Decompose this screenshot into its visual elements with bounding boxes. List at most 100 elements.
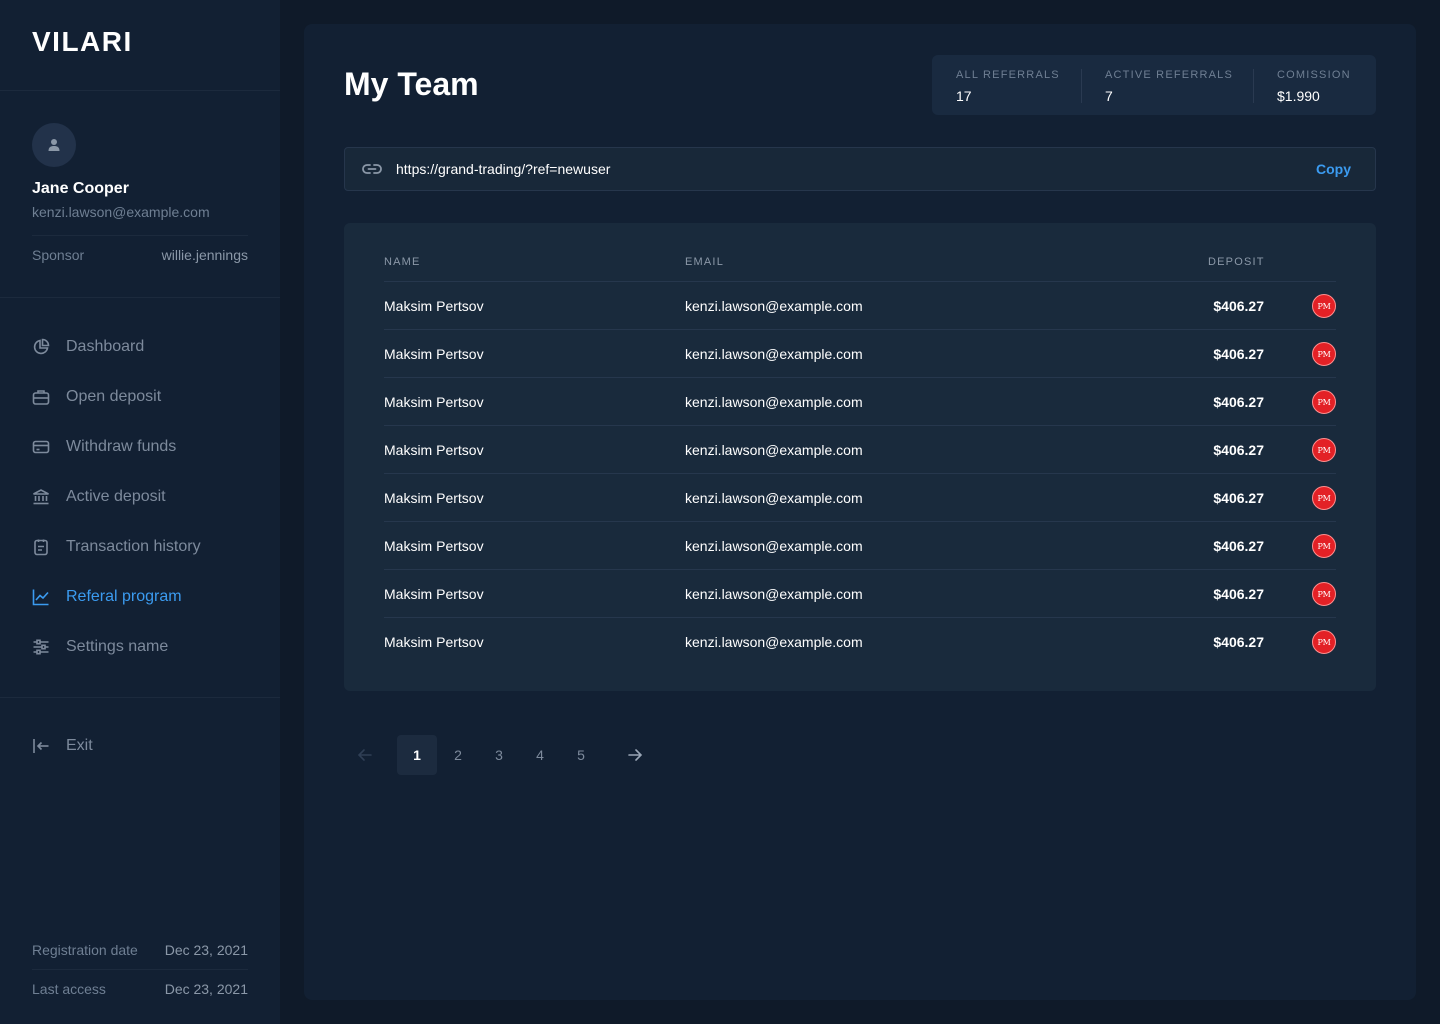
row-deposit: $406.27: [1213, 346, 1264, 362]
row-email: kenzi.lawson@example.com: [685, 442, 863, 458]
logout-icon: [32, 737, 50, 755]
page-3-button[interactable]: 3: [479, 735, 519, 775]
nav-label: Open deposit: [66, 388, 162, 405]
page-1-button[interactable]: 1: [397, 735, 437, 775]
table-row[interactable]: Maksim Pertsov kenzi.lawson@example.com …: [384, 521, 1336, 569]
last-access-label: Last access: [32, 981, 106, 997]
app-logo[interactable]: VILARI: [32, 26, 133, 58]
referral-url[interactable]: https://grand-trading/?ref=newuser: [396, 161, 610, 177]
registration-date-label: Registration date: [32, 942, 138, 958]
perfect-money-icon: PM: [1312, 342, 1336, 366]
sidebar-divider: [0, 90, 280, 91]
row-deposit: $406.27: [1213, 298, 1264, 314]
stat-label: ALL REFERRALS: [956, 69, 1060, 81]
user-icon: [48, 139, 60, 151]
exit-button[interactable]: Exit: [32, 734, 248, 758]
pie-chart-icon: [32, 338, 50, 356]
avatar[interactable]: [32, 123, 76, 167]
perfect-money-icon: PM: [1312, 630, 1336, 654]
stat-value: 17: [956, 88, 972, 104]
footer-divider: [32, 969, 248, 970]
nav-item-active-deposit[interactable]: Active deposit: [32, 485, 248, 509]
column-header-deposit[interactable]: DEPOSIT: [1208, 256, 1265, 268]
sponsor-value: willie.jennings: [161, 247, 248, 263]
table-row[interactable]: Maksim Pertsov kenzi.lawson@example.com …: [384, 425, 1336, 473]
stat-value: 7: [1105, 88, 1113, 104]
exit-label: Exit: [66, 737, 93, 754]
perfect-money-icon: PM: [1312, 582, 1336, 606]
nav-item-withdraw-funds[interactable]: Withdraw funds: [32, 435, 248, 459]
sponsor-label: Sponsor: [32, 247, 85, 263]
column-header-name[interactable]: NAME: [384, 256, 421, 268]
column-header-email[interactable]: EMAIL: [685, 256, 724, 268]
stat-all-referrals: ALL REFERRALS 17: [956, 69, 1060, 104]
stat-separator: [1253, 69, 1254, 103]
prev-page-arrow-icon[interactable]: [357, 747, 373, 763]
perfect-money-icon: PM: [1312, 534, 1336, 558]
trend-up-icon: [32, 588, 50, 606]
row-name: Maksim Pertsov: [384, 538, 484, 554]
table-row[interactable]: Maksim Pertsov kenzi.lawson@example.com …: [384, 617, 1336, 665]
nav-label: Settings name: [66, 638, 169, 655]
page-2-button[interactable]: 2: [438, 735, 478, 775]
registration-date-value: Dec 23, 2021: [164, 942, 248, 958]
link-icon: [361, 160, 383, 183]
nav-label: Withdraw funds: [66, 438, 177, 455]
nav-label: Active deposit: [66, 488, 166, 505]
nav-item-open-deposit[interactable]: Open deposit: [32, 385, 248, 409]
stat-commission: COMISSION $1.990: [1277, 69, 1351, 104]
row-email: kenzi.lawson@example.com: [685, 586, 863, 602]
row-deposit: $406.27: [1213, 442, 1264, 458]
nav-item-referal-program[interactable]: Referal program: [32, 585, 248, 609]
next-page-arrow-icon[interactable]: [627, 747, 643, 763]
referral-link-box[interactable]: https://grand-trading/?ref=newuser Copy: [344, 147, 1376, 191]
row-email: kenzi.lawson@example.com: [685, 490, 863, 506]
row-deposit: $406.27: [1213, 490, 1264, 506]
nav-label: Transaction history: [66, 538, 201, 555]
main-panel: My Team ALL REFERRALS 17 ACTIVE REFERRAL…: [304, 24, 1416, 1000]
stat-separator: [1081, 69, 1082, 103]
nav-label: Referal program: [66, 588, 182, 605]
row-email: kenzi.lawson@example.com: [685, 634, 863, 650]
row-name: Maksim Pertsov: [384, 394, 484, 410]
row-name: Maksim Pertsov: [384, 442, 484, 458]
row-name: Maksim Pertsov: [384, 346, 484, 362]
table-body: Maksim Pertsov kenzi.lawson@example.com …: [384, 281, 1336, 665]
row-deposit: $406.27: [1213, 538, 1264, 554]
row-deposit: $406.27: [1213, 586, 1264, 602]
row-email: kenzi.lawson@example.com: [685, 298, 863, 314]
copy-button[interactable]: Copy: [1316, 161, 1351, 177]
briefcase-icon: [32, 388, 50, 406]
sidebar-divider: [0, 297, 280, 298]
table-row[interactable]: Maksim Pertsov kenzi.lawson@example.com …: [384, 329, 1336, 377]
stat-active-referrals: ACTIVE REFERRALS 7: [1105, 69, 1233, 104]
team-table: NAME EMAIL DEPOSIT Maksim Pertsov kenzi.…: [344, 223, 1376, 691]
perfect-money-icon: PM: [1312, 390, 1336, 414]
row-email: kenzi.lawson@example.com: [685, 394, 863, 410]
stats-panel: ALL REFERRALS 17 ACTIVE REFERRALS 7 COMI…: [932, 55, 1376, 115]
nav-label: Dashboard: [66, 338, 145, 355]
page-4-button[interactable]: 4: [520, 735, 560, 775]
page-5-button[interactable]: 5: [561, 735, 601, 775]
row-name: Maksim Pertsov: [384, 634, 484, 650]
table-row[interactable]: Maksim Pertsov kenzi.lawson@example.com …: [384, 281, 1336, 329]
row-name: Maksim Pertsov: [384, 586, 484, 602]
row-deposit: $406.27: [1213, 394, 1264, 410]
user-email: kenzi.lawson@example.com: [32, 204, 210, 220]
nav-item-transaction-history[interactable]: Transaction history: [32, 535, 248, 559]
user-name: Jane Cooper: [32, 180, 129, 197]
nav-item-settings[interactable]: Settings name: [32, 635, 248, 659]
sidebar: VILARI Jane Cooper kenzi.lawson@example.…: [0, 0, 280, 1024]
sliders-icon: [32, 638, 50, 656]
row-deposit: $406.27: [1213, 634, 1264, 650]
perfect-money-icon: PM: [1312, 294, 1336, 318]
last-access-value: Dec 23, 2021: [164, 981, 248, 997]
stat-label: COMISSION: [1277, 69, 1351, 81]
table-row[interactable]: Maksim Pertsov kenzi.lawson@example.com …: [384, 569, 1336, 617]
table-row[interactable]: Maksim Pertsov kenzi.lawson@example.com …: [384, 377, 1336, 425]
row-email: kenzi.lawson@example.com: [685, 538, 863, 554]
stat-label: ACTIVE REFERRALS: [1105, 69, 1234, 81]
nav-item-dashboard[interactable]: Dashboard: [32, 335, 248, 359]
table-row[interactable]: Maksim Pertsov kenzi.lawson@example.com …: [384, 473, 1336, 521]
bank-icon: [32, 488, 50, 506]
